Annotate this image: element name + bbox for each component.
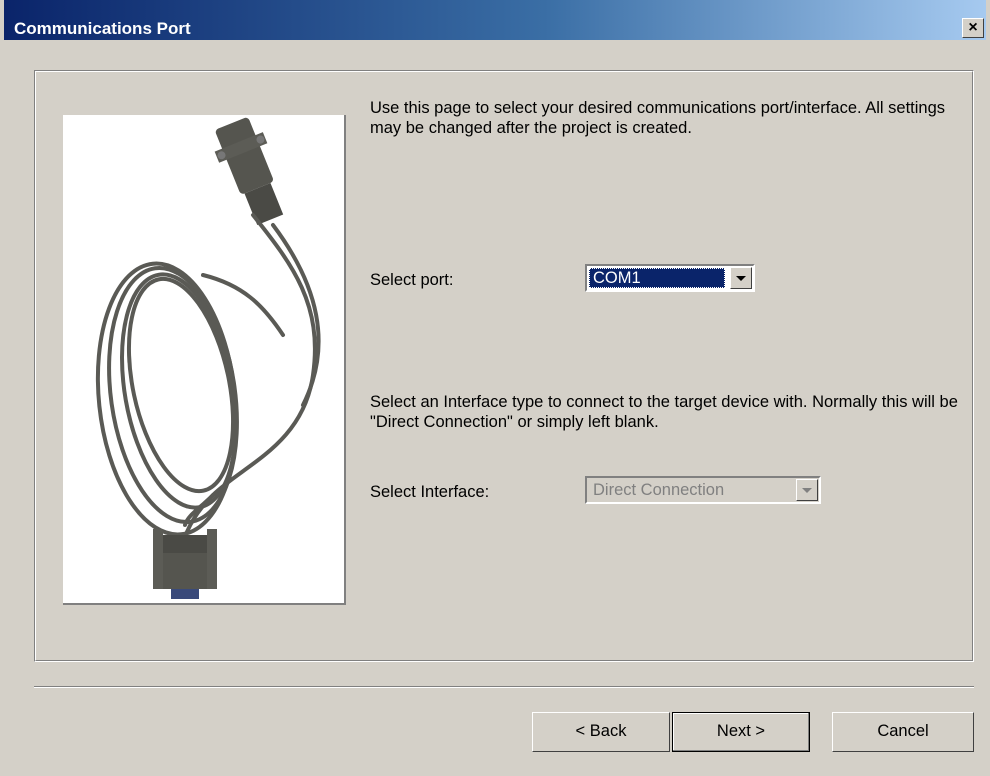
interface-select-value: Direct Connection (593, 481, 725, 499)
button-separator (34, 686, 974, 688)
interface-dropdown-button (796, 479, 818, 501)
back-button[interactable]: < Back (532, 712, 670, 752)
close-button[interactable]: × (962, 18, 984, 38)
interface-description: Select an Interface type to connect to t… (370, 393, 958, 431)
port-dropdown-button[interactable] (730, 267, 752, 289)
title-bar[interactable]: Communications Port × (4, 0, 986, 40)
select-interface-label: Select Interface: (370, 483, 490, 501)
close-icon: × (968, 19, 978, 36)
communications-port-dialog: Communications Port × Use this page to s… (0, 0, 990, 776)
select-port-label: Select port: (370, 271, 454, 289)
chevron-down-icon (736, 276, 746, 281)
intro-text: Use this page to select your desired com… (370, 99, 946, 137)
next-button[interactable]: Next > (672, 712, 810, 752)
serial-cable-image (63, 115, 346, 605)
port-select[interactable]: COM1 (585, 264, 755, 292)
cancel-button[interactable]: Cancel (832, 712, 974, 752)
chevron-down-icon (802, 488, 812, 493)
serial-cable-icon (95, 117, 321, 599)
port-select-value: COM1 (589, 268, 725, 288)
interface-select: Direct Connection (585, 476, 821, 504)
window-title: Communications Port (14, 19, 191, 38)
